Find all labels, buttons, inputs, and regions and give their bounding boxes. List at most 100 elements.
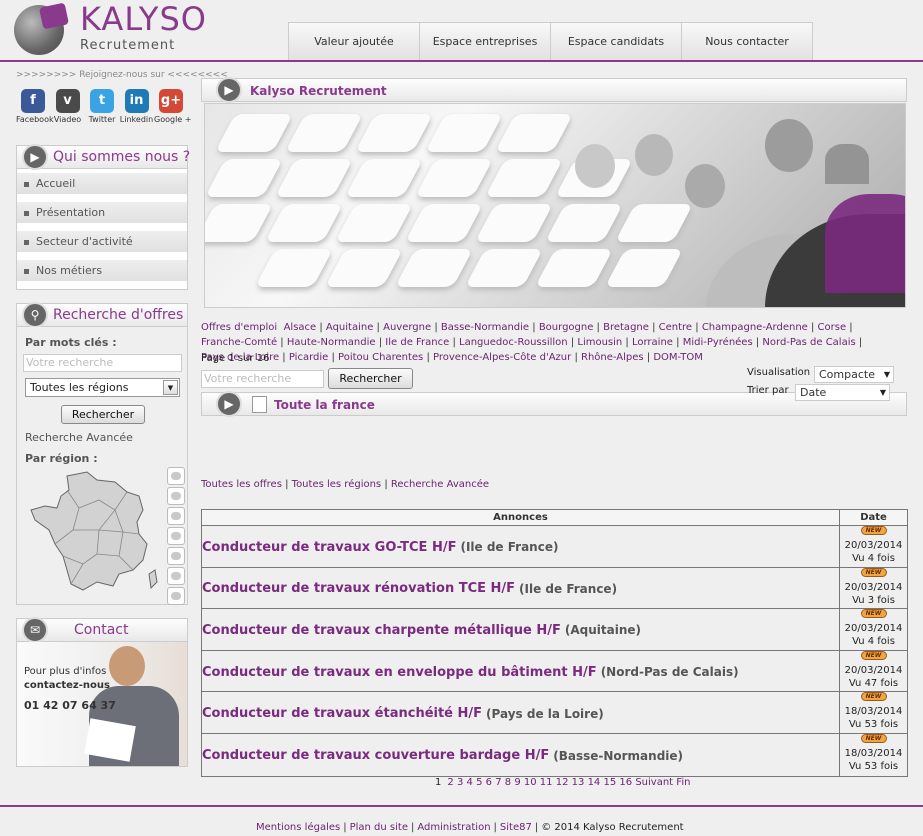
social-link-google[interactable]: g+ Google + — [154, 89, 191, 124]
job-title-link[interactable]: Conducteur de travaux rénovation TCE H/F — [202, 581, 515, 596]
page-link[interactable]: 12 — [556, 777, 569, 788]
offer-search-button[interactable]: Rechercher — [328, 368, 413, 389]
logo-name[interactable]: KALYSO — [80, 0, 207, 38]
menu-item-secteur[interactable]: Secteur d'activité — [17, 231, 187, 252]
advanced-search-link[interactable]: Recherche Avancée — [25, 431, 133, 444]
new-badge-icon: NEW — [860, 609, 887, 619]
region-link[interactable]: Champagne-Ardenne — [702, 322, 808, 333]
twitter-icon: t — [90, 89, 114, 113]
region-link[interactable]: Limousin — [577, 337, 622, 348]
region-link[interactable]: Ile de France — [385, 337, 449, 348]
region-link[interactable]: Auvergne — [383, 322, 431, 333]
region-select[interactable]: Toutes les régions ▼ — [25, 378, 180, 397]
footer-link[interactable]: Administration — [417, 822, 490, 833]
region-link[interactable]: Rhône-Alpes — [581, 352, 644, 363]
social-link-viadeo[interactable]: v Viadeo — [51, 89, 85, 124]
nav-nous-contacter[interactable]: Nous contacter — [681, 22, 813, 60]
page-last-link[interactable]: Fin — [676, 777, 690, 788]
region-link[interactable]: DOM-TOM — [653, 352, 703, 363]
menu-item-label: Nos métiers — [36, 264, 103, 277]
social-link-linkedin[interactable]: in Linkedin — [120, 89, 154, 124]
region-link[interactable]: Midi-Pyrénées — [683, 337, 753, 348]
region-link[interactable]: Poitou Charentes — [338, 352, 423, 363]
job-title-link[interactable]: Conducteur de travaux étanchéité H/F — [202, 706, 482, 721]
filter-recherche-avancee[interactable]: Recherche Avancée — [391, 479, 489, 490]
menu-item-accueil[interactable]: Accueil — [17, 173, 187, 194]
page-link[interactable]: 5 — [476, 777, 482, 788]
visualisation-select[interactable]: Compacte ▼ — [814, 366, 894, 383]
region-link[interactable]: Provence-Alpes-Côte d'Azur — [433, 352, 571, 363]
region-link[interactable]: Alsace — [284, 322, 317, 333]
qui-header: ▶ Qui sommes nous ? — [16, 144, 190, 170]
keyboard-key-shape — [254, 249, 334, 287]
region-link[interactable]: Lorraine — [632, 337, 673, 348]
region-link[interactable]: Picardie — [289, 352, 328, 363]
trier-select[interactable]: Date ▼ — [795, 384, 890, 401]
page-link[interactable]: 3 — [457, 777, 463, 788]
region-link[interactable]: Franche-Comté — [201, 337, 277, 348]
job-title-link[interactable]: Conducteur de travaux GO-TCE H/F — [202, 540, 456, 555]
dom-martinique-icon[interactable] — [167, 487, 185, 505]
region-link[interactable]: Corse — [818, 322, 847, 333]
contact-header: ✉ Contact — [16, 617, 188, 643]
page-link[interactable]: 9 — [514, 777, 520, 788]
page-link[interactable]: 6 — [486, 777, 492, 788]
page-link[interactable]: 16 — [619, 777, 632, 788]
job-title-link[interactable]: Conducteur de travaux charpente métalliq… — [202, 623, 561, 638]
contact-image[interactable]: Pour plus d'infos contactez-nous 01 42 0… — [16, 642, 188, 767]
job-views: Vu 4 fois — [852, 553, 895, 564]
job-title-link[interactable]: Conducteur de travaux en enveloppe du bâ… — [202, 665, 597, 680]
region-link[interactable]: Centre — [659, 322, 692, 333]
visualisation-label: Visualisation — [747, 367, 811, 378]
keyword-search-input[interactable]: Votre recherche — [23, 354, 182, 372]
dom-polynesie-icon[interactable] — [167, 587, 185, 605]
page-next-link[interactable]: Suivant — [635, 777, 673, 788]
page-link[interactable]: 8 — [505, 777, 511, 788]
new-badge-icon: NEW — [860, 567, 887, 577]
page-link[interactable]: 15 — [603, 777, 616, 788]
region-link[interactable]: Languedoc-Roussillon — [459, 337, 568, 348]
footer-link[interactable]: Mentions légales — [256, 822, 340, 833]
regions-label-link[interactable]: Offres d'emploi — [201, 322, 277, 333]
footer: Mentions légales | Plan du site | Administra… — [256, 822, 684, 833]
menu-item-metiers[interactable]: Nos métiers — [17, 260, 187, 281]
offer-search-input[interactable]: Votre recherche — [201, 370, 324, 388]
job-title-link[interactable]: Conducteur de travaux couverture bardage… — [202, 748, 549, 763]
filter-toutes-offres[interactable]: Toutes les offres — [201, 479, 282, 490]
menu-item-presentation[interactable]: Présentation — [17, 202, 187, 223]
page-link[interactable]: 10 — [524, 777, 537, 788]
pagination: 12 3 4 5 6 7 8 9 10 11 12 13 14 15 16 Su… — [435, 777, 690, 788]
nav-espace-entreprises[interactable]: Espace entreprises — [419, 22, 551, 60]
page-link[interactable]: 4 — [467, 777, 473, 788]
social-label: Viadeo — [53, 115, 82, 124]
region-link[interactable]: Bretagne — [603, 322, 649, 333]
region-link[interactable]: Bourgogne — [539, 322, 594, 333]
page-link[interactable]: 13 — [572, 777, 585, 788]
social-link-facebook[interactable]: f Facebook — [16, 89, 54, 124]
dom-guadeloupe-icon[interactable] — [167, 467, 185, 485]
footer-link[interactable]: Site87 — [500, 822, 532, 833]
page-link[interactable]: 14 — [588, 777, 601, 788]
search-button[interactable]: Rechercher — [61, 405, 145, 424]
keyboard-key-shape — [494, 114, 574, 152]
dom-reunion-icon[interactable] — [167, 527, 185, 545]
page-link[interactable]: 2 — [447, 777, 453, 788]
dom-caledonie-icon[interactable] — [167, 567, 185, 585]
france-map[interactable] — [27, 470, 162, 595]
page-link[interactable]: 11 — [540, 777, 553, 788]
col-annonces: Annonces — [202, 510, 840, 525]
filter-toutes-regions[interactable]: Toutes les régions — [292, 479, 381, 490]
region-link[interactable]: Haute-Normandie — [287, 337, 376, 348]
tag-icon: ▶ — [216, 77, 242, 103]
region-link[interactable]: Basse-Normandie — [441, 322, 529, 333]
dom-guyane-icon[interactable] — [167, 507, 185, 525]
region-link[interactable]: Aquitaine — [326, 322, 373, 333]
social-link-twitter[interactable]: t Twitter — [85, 89, 119, 124]
dom-mayotte-icon[interactable] — [167, 547, 185, 565]
banner-person-shape — [575, 144, 615, 188]
footer-link[interactable]: Plan du site — [350, 822, 408, 833]
region-link[interactable]: Nord-Pas de Calais — [762, 337, 855, 348]
nav-valeur-ajoutee[interactable]: Valeur ajoutée — [288, 22, 420, 60]
page-link[interactable]: 7 — [495, 777, 501, 788]
nav-espace-candidats[interactable]: Espace candidats — [550, 22, 682, 60]
